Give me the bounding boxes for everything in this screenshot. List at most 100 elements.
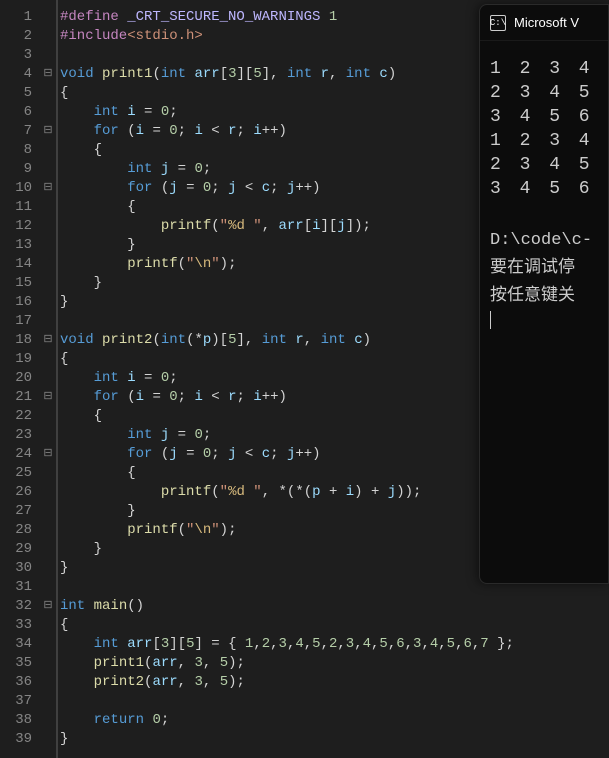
fold-guide xyxy=(40,103,56,122)
fold-guide xyxy=(40,502,56,521)
line-number[interactable]: 17 xyxy=(0,312,32,331)
line-number[interactable]: 11 xyxy=(0,198,32,217)
line-number[interactable]: 7 xyxy=(0,122,32,141)
fold-guide xyxy=(40,483,56,502)
line-number[interactable]: 1 xyxy=(0,8,32,27)
console-text: 按任意键关 xyxy=(490,285,598,309)
fold-toggle-icon[interactable]: ⊟ xyxy=(40,445,56,464)
line-number[interactable]: 9 xyxy=(0,160,32,179)
fold-toggle-icon[interactable]: ⊟ xyxy=(40,65,56,84)
code-line[interactable]: return 0; xyxy=(60,711,609,730)
line-number[interactable]: 28 xyxy=(0,521,32,540)
line-number[interactable]: 20 xyxy=(0,369,32,388)
fold-guide xyxy=(40,616,56,635)
line-number[interactable]: 12 xyxy=(0,217,32,236)
line-number[interactable]: 15 xyxy=(0,274,32,293)
line-number[interactable]: 21 xyxy=(0,388,32,407)
fold-guide xyxy=(40,369,56,388)
line-number[interactable]: 29 xyxy=(0,540,32,559)
line-number[interactable]: 38 xyxy=(0,711,32,730)
line-number[interactable]: 27 xyxy=(0,502,32,521)
fold-guide xyxy=(40,350,56,369)
console-title: Microsoft V xyxy=(514,15,579,30)
fold-guide xyxy=(40,654,56,673)
line-number-gutter[interactable]: 1234567891011121314151617181920212223242… xyxy=(0,0,40,758)
fold-guide xyxy=(40,217,56,236)
fold-guide xyxy=(40,426,56,445)
fold-column[interactable]: ⊟ ⊟ ⊟ ⊟ ⊟ ⊟ ⊟ xyxy=(40,0,56,758)
fold-guide xyxy=(40,464,56,483)
line-number[interactable]: 10 xyxy=(0,179,32,198)
fold-guide xyxy=(40,8,56,27)
line-number[interactable]: 31 xyxy=(0,578,32,597)
line-number[interactable]: 26 xyxy=(0,483,32,502)
fold-guide xyxy=(40,540,56,559)
line-number[interactable]: 30 xyxy=(0,559,32,578)
line-number[interactable]: 37 xyxy=(0,692,32,711)
fold-guide xyxy=(40,160,56,179)
fold-guide xyxy=(40,312,56,331)
fold-toggle-icon[interactable]: ⊟ xyxy=(40,388,56,407)
fold-guide xyxy=(40,274,56,293)
fold-guide xyxy=(40,559,56,578)
line-number[interactable]: 19 xyxy=(0,350,32,369)
console-icon: C:\ xyxy=(490,15,506,31)
code-line[interactable] xyxy=(60,692,609,711)
fold-guide xyxy=(40,255,56,274)
console-row: 3 4 5 6 7 xyxy=(490,177,598,201)
line-number[interactable]: 5 xyxy=(0,84,32,103)
console-cursor xyxy=(490,309,598,333)
fold-guide xyxy=(40,673,56,692)
fold-guide xyxy=(40,46,56,65)
fold-guide xyxy=(40,84,56,103)
fold-guide xyxy=(40,141,56,160)
code-line[interactable]: } xyxy=(60,730,609,749)
console-window[interactable]: C:\ Microsoft V 1 2 3 4 52 3 4 5 63 4 5 … xyxy=(479,4,609,584)
console-row: 3 4 5 6 7 xyxy=(490,105,598,129)
line-number[interactable]: 23 xyxy=(0,426,32,445)
code-line[interactable]: { xyxy=(60,616,609,635)
line-number[interactable]: 36 xyxy=(0,673,32,692)
console-output[interactable]: 1 2 3 4 52 3 4 5 63 4 5 6 71 2 3 4 52 3 … xyxy=(480,41,608,341)
console-titlebar[interactable]: C:\ Microsoft V xyxy=(480,5,608,41)
fold-toggle-icon[interactable]: ⊟ xyxy=(40,331,56,350)
fold-guide xyxy=(40,27,56,46)
line-number[interactable]: 13 xyxy=(0,236,32,255)
fold-guide xyxy=(40,198,56,217)
fold-guide xyxy=(40,236,56,255)
line-number[interactable]: 18 xyxy=(0,331,32,350)
line-number[interactable]: 6 xyxy=(0,103,32,122)
line-number[interactable]: 25 xyxy=(0,464,32,483)
line-number[interactable]: 3 xyxy=(0,46,32,65)
fold-toggle-icon[interactable]: ⊟ xyxy=(40,597,56,616)
line-number[interactable]: 34 xyxy=(0,635,32,654)
code-line[interactable]: print1(arr, 3, 5); xyxy=(60,654,609,673)
fold-guide xyxy=(40,730,56,749)
line-number[interactable]: 2 xyxy=(0,27,32,46)
code-line[interactable]: int main() xyxy=(60,597,609,616)
line-number[interactable]: 16 xyxy=(0,293,32,312)
console-row: 1 2 3 4 5 xyxy=(490,57,598,81)
fold-guide xyxy=(40,293,56,312)
code-line[interactable]: int arr[3][5] = { 1,2,3,4,5,2,3,4,5,6,3,… xyxy=(60,635,609,654)
line-number[interactable]: 24 xyxy=(0,445,32,464)
line-number[interactable]: 22 xyxy=(0,407,32,426)
line-number[interactable]: 39 xyxy=(0,730,32,749)
fold-toggle-icon[interactable]: ⊟ xyxy=(40,122,56,141)
fold-guide xyxy=(40,521,56,540)
line-number[interactable]: 33 xyxy=(0,616,32,635)
fold-toggle-icon[interactable]: ⊟ xyxy=(40,179,56,198)
line-number[interactable]: 14 xyxy=(0,255,32,274)
console-row: 2 3 4 5 6 xyxy=(490,81,598,105)
code-line[interactable]: print2(arr, 3, 5); xyxy=(60,673,609,692)
fold-guide xyxy=(40,711,56,730)
fold-guide xyxy=(40,407,56,426)
console-row: 2 3 4 5 6 xyxy=(490,153,598,177)
console-text: 要在调试停 xyxy=(490,257,598,281)
console-text: D:\code\c- xyxy=(490,229,598,253)
fold-guide xyxy=(40,578,56,597)
line-number[interactable]: 8 xyxy=(0,141,32,160)
line-number[interactable]: 32 xyxy=(0,597,32,616)
line-number[interactable]: 4 xyxy=(0,65,32,84)
line-number[interactable]: 35 xyxy=(0,654,32,673)
